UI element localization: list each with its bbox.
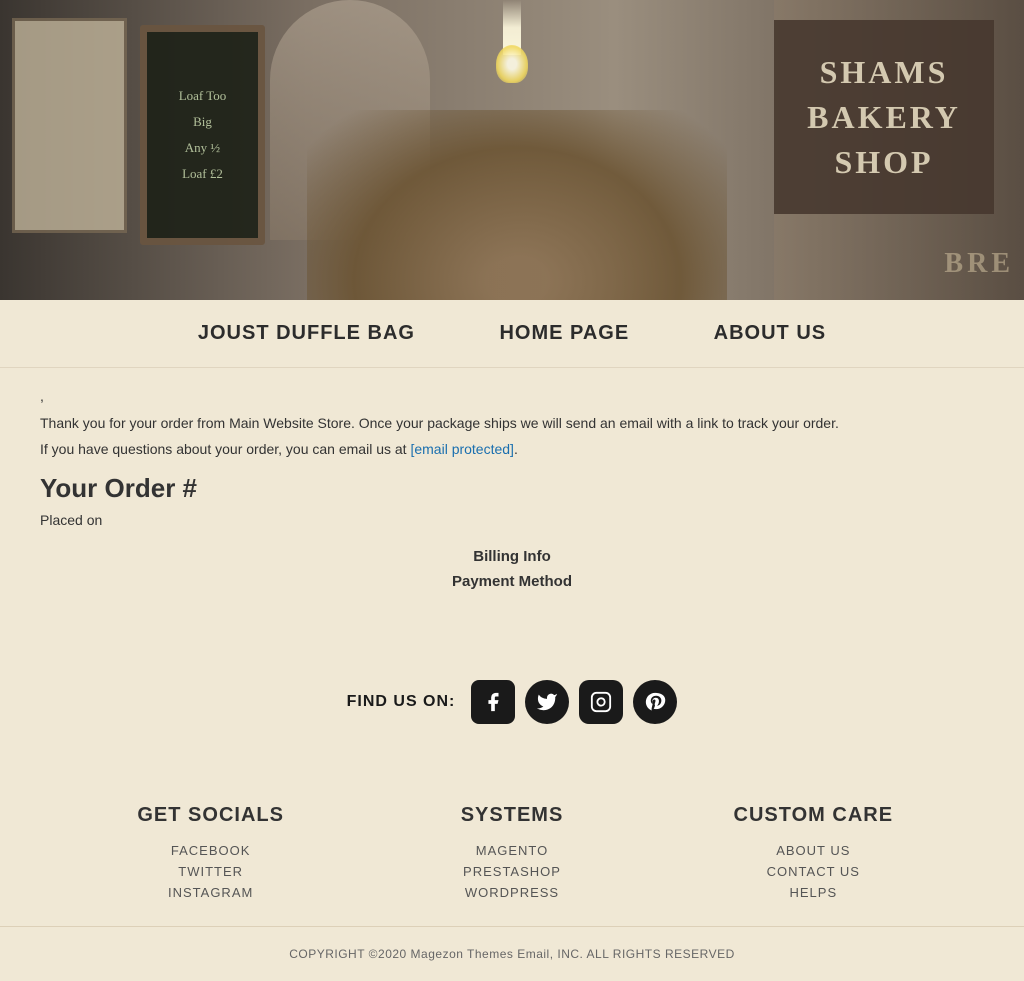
light-bulb xyxy=(496,45,528,83)
find-us-label: FIND US ON: xyxy=(347,693,456,711)
main-nav: JOUST DUFFLE BAG HOME PAGE ABOUT US xyxy=(0,300,1024,368)
footer-link-facebook[interactable]: FACEBOOK xyxy=(80,843,341,858)
hero-banner: Loaf TooBigAny ½Loaf £2 BRE SHAMS BAKERY… xyxy=(0,0,1024,300)
order-heading: Your Order # xyxy=(40,473,984,504)
footer-link-wordpress[interactable]: WORDPRESS xyxy=(381,885,642,900)
logo-box: SHAMS BAKERY SHOP xyxy=(774,20,994,214)
find-us-row: FIND US ON: xyxy=(20,680,1004,724)
facebook-icon[interactable] xyxy=(471,680,515,724)
footer-link-magento[interactable]: MAGENTO xyxy=(381,843,642,858)
social-icons-group xyxy=(471,680,677,724)
nav-about-us[interactable]: ABOUT US xyxy=(714,322,826,344)
copyright-bar: COPYRIGHT ©2020 Magezon Themes Email, IN… xyxy=(0,926,1024,981)
nav-joust-duffle-bag[interactable]: JOUST DUFFLE BAG xyxy=(198,322,415,344)
footer-columns: GET SOCIALS FACEBOOK TWITTER INSTAGRAM S… xyxy=(0,774,1024,926)
social-section: FIND US ON: xyxy=(0,640,1024,774)
footer-col-systems: SYSTEMS MAGENTO PRESTASHOP WORDPRESS xyxy=(361,804,662,906)
footer-col-socials-heading: GET SOCIALS xyxy=(80,804,341,827)
footer-col-socials: GET SOCIALS FACEBOOK TWITTER INSTAGRAM xyxy=(60,804,361,906)
footer-link-instagram[interactable]: INSTAGRAM xyxy=(80,885,341,900)
thank-you-line1: Thank you for your order from Main Websi… xyxy=(40,412,984,434)
bread-basket xyxy=(307,110,727,300)
billing-info-label: Billing Info xyxy=(40,548,984,565)
payment-method-label: Payment Method xyxy=(40,573,984,590)
footer-link-twitter[interactable]: TWITTER xyxy=(80,864,341,879)
email-link[interactable]: [email protected] xyxy=(410,441,514,457)
footer-link-about-us[interactable]: ABOUT US xyxy=(683,843,944,858)
pinterest-icon[interactable] xyxy=(633,680,677,724)
logo-text: SHAMS BAKERY SHOP xyxy=(794,50,974,184)
footer-col-care: CUSTOM CARE ABOUT US CONTACT US HELPS xyxy=(663,804,964,906)
thank-you-line2: If you have questions about your order, … xyxy=(40,438,984,460)
footer-link-helps[interactable]: HELPS xyxy=(683,885,944,900)
footer-col-systems-heading: SYSTEMS xyxy=(381,804,642,827)
newspaper-frame xyxy=(12,18,127,233)
bre-text: BRE xyxy=(944,248,1014,280)
comma-label: , xyxy=(40,388,984,404)
copyright-text: COPYRIGHT ©2020 Magezon Themes Email, IN… xyxy=(289,947,735,961)
nav-home-page[interactable]: HOME PAGE xyxy=(499,322,629,344)
main-content: , Thank you for your order from Main Web… xyxy=(0,368,1024,640)
chalkboard: Loaf TooBigAny ½Loaf £2 xyxy=(140,25,265,245)
twitter-icon[interactable] xyxy=(525,680,569,724)
billing-section: Billing Info Payment Method xyxy=(40,548,984,590)
instagram-icon[interactable] xyxy=(579,680,623,724)
placed-on-label: Placed on xyxy=(40,512,984,528)
footer-link-prestashop[interactable]: PRESTASHOP xyxy=(381,864,642,879)
footer-link-contact-us[interactable]: CONTACT US xyxy=(683,864,944,879)
footer-col-care-heading: CUSTOM CARE xyxy=(683,804,944,827)
